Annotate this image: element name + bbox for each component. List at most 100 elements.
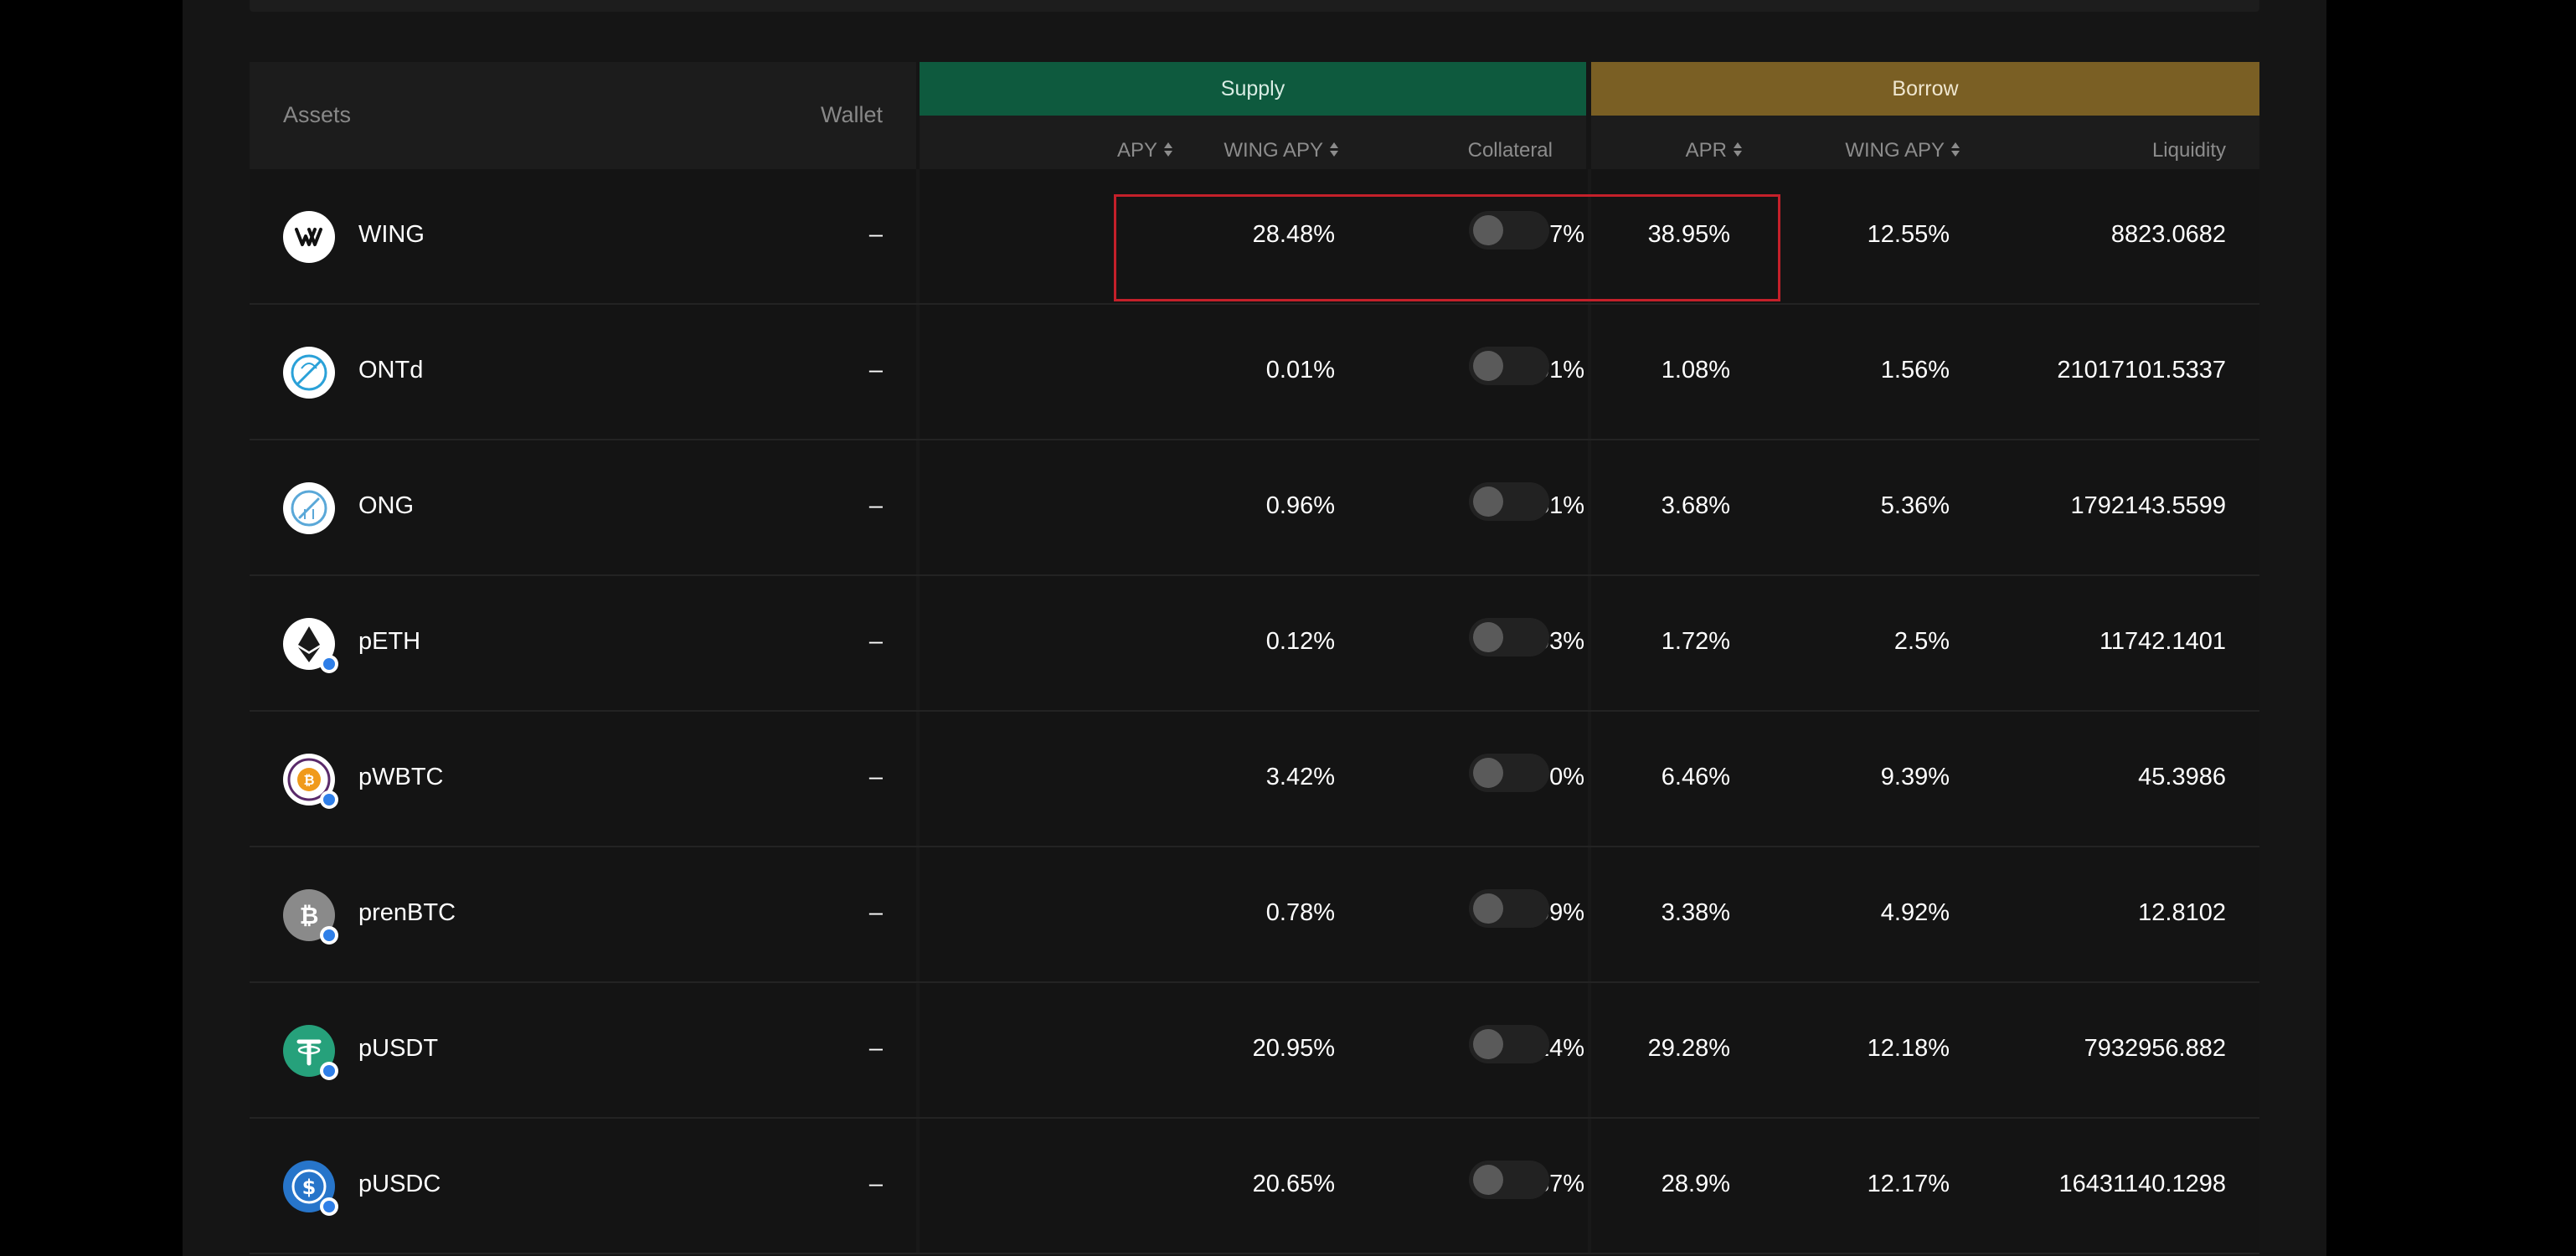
- asset-name: pETH: [358, 628, 421, 655]
- column-divider: [1588, 305, 1591, 439]
- supply-group-header: Supply: [920, 62, 1586, 116]
- table-row[interactable]: ONG – 0.96% 1.51% 3.68% 5.36% 1792143.55…: [250, 440, 2259, 576]
- borrow-wing-apy: 4.92%: [1880, 899, 1950, 926]
- renbtc-icon: ₿: [283, 889, 338, 945]
- collateral-toggle[interactable]: [1469, 754, 1549, 792]
- sort-borrow-apr[interactable]: APR: [1686, 141, 1744, 161]
- sort-supply-wing-apy[interactable]: WING APY: [1224, 141, 1340, 161]
- borrow-wing-apy-label: WING APY: [1845, 139, 1945, 162]
- asset-name: pWBTC: [358, 764, 444, 790]
- column-divider: [1588, 983, 1591, 1117]
- sort-icon: [1328, 141, 1340, 159]
- supply-apy: 0.12%: [1265, 628, 1335, 655]
- borrow-apr: 1.72%: [1661, 628, 1730, 655]
- column-divider: [916, 983, 920, 1117]
- collateral-toggle[interactable]: [1469, 211, 1549, 250]
- borrow-wing-apy: 5.36%: [1880, 492, 1950, 519]
- table-row[interactable]: ONTd – 0.01% 0.01% 1.08% 1.56% 21017101.…: [250, 305, 2259, 440]
- collateral-header: Collateral: [1467, 139, 1553, 162]
- column-divider: [1588, 440, 1591, 574]
- borrow-subheader: APR WING APY Liquidity: [1591, 116, 2259, 169]
- table-row[interactable]: ₿ pWBTC – 3.42% 0% 6.46% 9.39% 45.3986: [250, 712, 2259, 847]
- column-divider: [1588, 576, 1591, 710]
- supply-apy: 3.42%: [1265, 764, 1335, 790]
- wallet-balance: –: [868, 357, 883, 383]
- bridge-badge-icon: [320, 926, 338, 945]
- bridge-badge-icon: [320, 790, 338, 809]
- supply-apy: 28.48%: [1252, 221, 1335, 248]
- borrow-apr-label: APR: [1685, 139, 1727, 162]
- borrow-wing-apy: 9.39%: [1880, 764, 1950, 790]
- liquidity: 45.3986: [2138, 764, 2226, 790]
- borrow-wing-apy: 12.17%: [1867, 1171, 1950, 1197]
- column-divider: [1588, 847, 1591, 981]
- wallet-balance: –: [868, 1171, 883, 1197]
- column-divider: [916, 712, 920, 846]
- column-divider: [916, 1119, 920, 1253]
- column-divider: [1588, 1119, 1591, 1253]
- borrow-wing-apy: 1.56%: [1880, 357, 1950, 383]
- borrow-wing-apy: 2.5%: [1893, 628, 1950, 655]
- column-divider: [916, 169, 920, 303]
- table-row[interactable]: pETH – 0.12% 0.03% 1.72% 2.5% 11742.1401: [250, 576, 2259, 712]
- table-header: Assets Wallet Supply Borrow APY WING APY…: [250, 62, 2259, 169]
- liquidity-header: Liquidity: [2151, 139, 2226, 162]
- sort-supply-apy[interactable]: APY: [1117, 141, 1174, 161]
- markets-table: Assets Wallet Supply Borrow APY WING APY…: [250, 62, 2259, 1254]
- usdc-icon: $: [283, 1161, 338, 1216]
- sort-borrow-wing-apy[interactable]: WING APY: [1845, 141, 1961, 161]
- supply-apy: 0.78%: [1265, 899, 1335, 926]
- liquidity: 16431140.1298: [2058, 1171, 2226, 1197]
- borrow-group-header: Borrow: [1591, 62, 2259, 116]
- column-divider: [916, 576, 920, 710]
- supply-wing-apy-label: WING APY: [1224, 139, 1323, 162]
- supply-subheader: APY WING APY Collateral: [920, 116, 1586, 169]
- borrow-apr: 28.9%: [1661, 1171, 1730, 1197]
- svg-text:$: $: [302, 1176, 317, 1199]
- top-strip: [250, 0, 2259, 12]
- wallet-balance: –: [868, 899, 883, 926]
- table-row[interactable]: $ pUSDC – 20.65% 9.87% 28.9% 12.17% 1643…: [250, 1119, 2259, 1254]
- wbtc-icon: ₿: [283, 754, 338, 809]
- table-row[interactable]: WING – 28.48% 10.77% 38.95% 12.55% 8823.…: [250, 169, 2259, 305]
- asset-name: ONTd: [358, 357, 424, 383]
- supply-apy: 0.96%: [1265, 492, 1335, 519]
- wallet-balance: –: [868, 764, 883, 790]
- supply-apy-label: APY: [1116, 139, 1157, 162]
- wing-icon: [283, 211, 335, 263]
- sort-icon: [1732, 141, 1744, 159]
- svg-text:₿: ₿: [303, 772, 314, 788]
- supply-apy: 20.65%: [1252, 1171, 1335, 1197]
- header-left: Assets Wallet: [250, 62, 916, 169]
- liquidity: 1792143.5599: [2070, 492, 2226, 519]
- collateral-toggle[interactable]: [1469, 482, 1549, 521]
- collateral-toggle[interactable]: [1469, 347, 1549, 385]
- borrow-apr: 3.68%: [1661, 492, 1730, 519]
- borrow-wing-apy: 12.18%: [1867, 1035, 1950, 1062]
- ont-icon: [283, 347, 335, 399]
- bridge-badge-icon: [320, 655, 338, 673]
- table-row[interactable]: pUSDT – 20.95% 10.24% 29.28% 12.18% 7932…: [250, 983, 2259, 1119]
- markets-panel: Assets Wallet Supply Borrow APY WING APY…: [183, 0, 2326, 1256]
- bridge-badge-icon: [320, 1062, 338, 1080]
- collateral-toggle[interactable]: [1469, 889, 1549, 928]
- collateral-toggle[interactable]: [1469, 618, 1549, 656]
- asset-name: pUSDC: [358, 1171, 441, 1197]
- column-divider: [916, 305, 920, 439]
- borrow-wing-apy: 12.55%: [1867, 221, 1950, 248]
- borrow-apr: 38.95%: [1647, 221, 1730, 248]
- asset-name: prenBTC: [358, 899, 456, 926]
- column-divider: [1588, 169, 1591, 303]
- borrow-apr: 1.08%: [1661, 357, 1730, 383]
- table-row[interactable]: ₿ prenBTC – 0.78% 1.09% 3.38% 4.92% 12.8…: [250, 847, 2259, 983]
- sort-icon: [1950, 141, 1961, 159]
- collateral-toggle[interactable]: [1469, 1025, 1549, 1063]
- borrow-apr: 29.28%: [1647, 1035, 1730, 1062]
- supply-wing-apy: 0%: [1549, 764, 1584, 790]
- column-divider: [916, 847, 920, 981]
- asset-name: pUSDT: [358, 1035, 439, 1062]
- header-assets: Assets: [283, 102, 352, 127]
- bridge-badge-icon: [320, 1197, 338, 1216]
- wallet-balance: –: [868, 492, 883, 519]
- collateral-toggle[interactable]: [1469, 1161, 1549, 1199]
